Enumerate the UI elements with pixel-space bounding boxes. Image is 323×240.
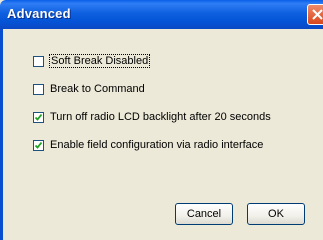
window-title: Advanced xyxy=(7,6,71,21)
checkmark-icon xyxy=(34,113,43,121)
cancel-button[interactable]: Cancel xyxy=(175,203,233,225)
title-bar[interactable]: Advanced xyxy=(0,0,323,29)
checkmark-icon xyxy=(34,141,43,149)
option-label: Soft Break Disabled xyxy=(49,54,151,68)
checkbox-backlight-timeout[interactable] xyxy=(33,111,44,123)
ok-button[interactable]: OK xyxy=(247,203,305,225)
option-field-configuration[interactable]: Enable field configuration via radio int… xyxy=(33,138,263,152)
option-label: Enable field configuration via radio int… xyxy=(50,139,264,151)
option-soft-break-disabled[interactable]: Soft Break Disabled xyxy=(33,54,151,68)
option-break-to-command[interactable]: Break to Command xyxy=(33,82,145,96)
checkbox-field-configuration[interactable] xyxy=(33,139,44,151)
advanced-dialog: Advanced Soft Break Disabled Break to Co… xyxy=(0,0,323,240)
checkbox-soft-break-disabled[interactable] xyxy=(33,55,44,67)
checkbox-break-to-command[interactable] xyxy=(33,83,44,95)
option-label: Turn off radio LCD backlight after 20 se… xyxy=(50,111,271,123)
option-backlight-timeout[interactable]: Turn off radio LCD backlight after 20 se… xyxy=(33,110,271,124)
dialog-body: Soft Break Disabled Break to Command Tur… xyxy=(3,29,323,240)
close-icon xyxy=(312,9,323,20)
close-button[interactable] xyxy=(307,4,323,25)
option-label: Break to Command xyxy=(50,83,145,95)
